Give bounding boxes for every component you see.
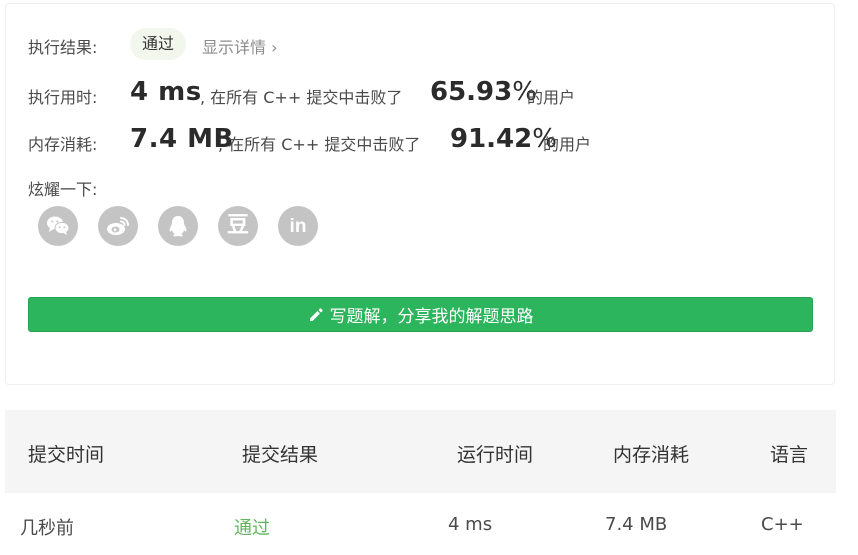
runtime-percent: 65.93% xyxy=(430,77,537,107)
runtime-beat-text: , 在所有 C++ 提交中击败了 xyxy=(200,88,403,107)
header-submit-time: 提交时间 xyxy=(28,444,105,466)
header-language: 语言 xyxy=(770,444,809,466)
cell-submit-time: 几秒前 xyxy=(20,518,74,539)
memory-suffix: 的用户 xyxy=(543,135,592,154)
share-wechat-button[interactable] xyxy=(38,206,78,246)
memory-percent-number: 91.42 xyxy=(450,124,533,154)
cell-language: C++ xyxy=(761,514,804,535)
douban-icon: 豆 xyxy=(226,213,249,238)
submissions-table-header: 提交时间 提交结果 运行时间 内存消耗 语言 xyxy=(5,410,836,493)
status-badge: 通过 xyxy=(130,28,187,60)
runtime-label: 执行用时: xyxy=(28,88,98,107)
cell-runtime: 4 ms xyxy=(448,514,493,535)
header-submit-result: 提交结果 xyxy=(242,444,319,466)
header-memory: 内存消耗 xyxy=(613,444,690,466)
weibo-icon xyxy=(107,217,129,235)
share-qq-button[interactable] xyxy=(158,206,198,246)
memory-label: 内存消耗: xyxy=(28,135,98,154)
result-label: 执行结果: xyxy=(28,38,98,57)
memory-percent: 91.42% xyxy=(450,124,557,154)
wechat-icon xyxy=(47,216,70,235)
runtime-suffix: 的用户 xyxy=(527,88,576,107)
pencil-icon xyxy=(309,307,323,321)
share-label: 炫耀一下: xyxy=(28,180,98,199)
linkedin-icon: in xyxy=(289,215,307,237)
cell-memory: 7.4 MB xyxy=(605,514,668,535)
runtime-percent-number: 65.93 xyxy=(430,77,513,107)
cell-submit-result[interactable]: 通过 xyxy=(234,514,270,540)
qq-icon xyxy=(169,216,187,237)
share-linkedin-button[interactable]: in xyxy=(278,206,318,246)
memory-beat-text: , 在所有 C++ 提交中击败了 xyxy=(218,135,421,154)
show-details-link[interactable]: 显示详情 › xyxy=(202,34,278,58)
runtime-value: 4 ms xyxy=(130,77,202,107)
write-solution-label: 写题解，分享我的解题思路 xyxy=(329,307,534,327)
share-douban-button[interactable]: 豆 xyxy=(218,206,258,246)
share-weibo-button[interactable] xyxy=(98,206,138,246)
write-solution-button[interactable]: 写题解，分享我的解题思路 xyxy=(28,297,813,332)
header-runtime: 运行时间 xyxy=(457,444,534,466)
